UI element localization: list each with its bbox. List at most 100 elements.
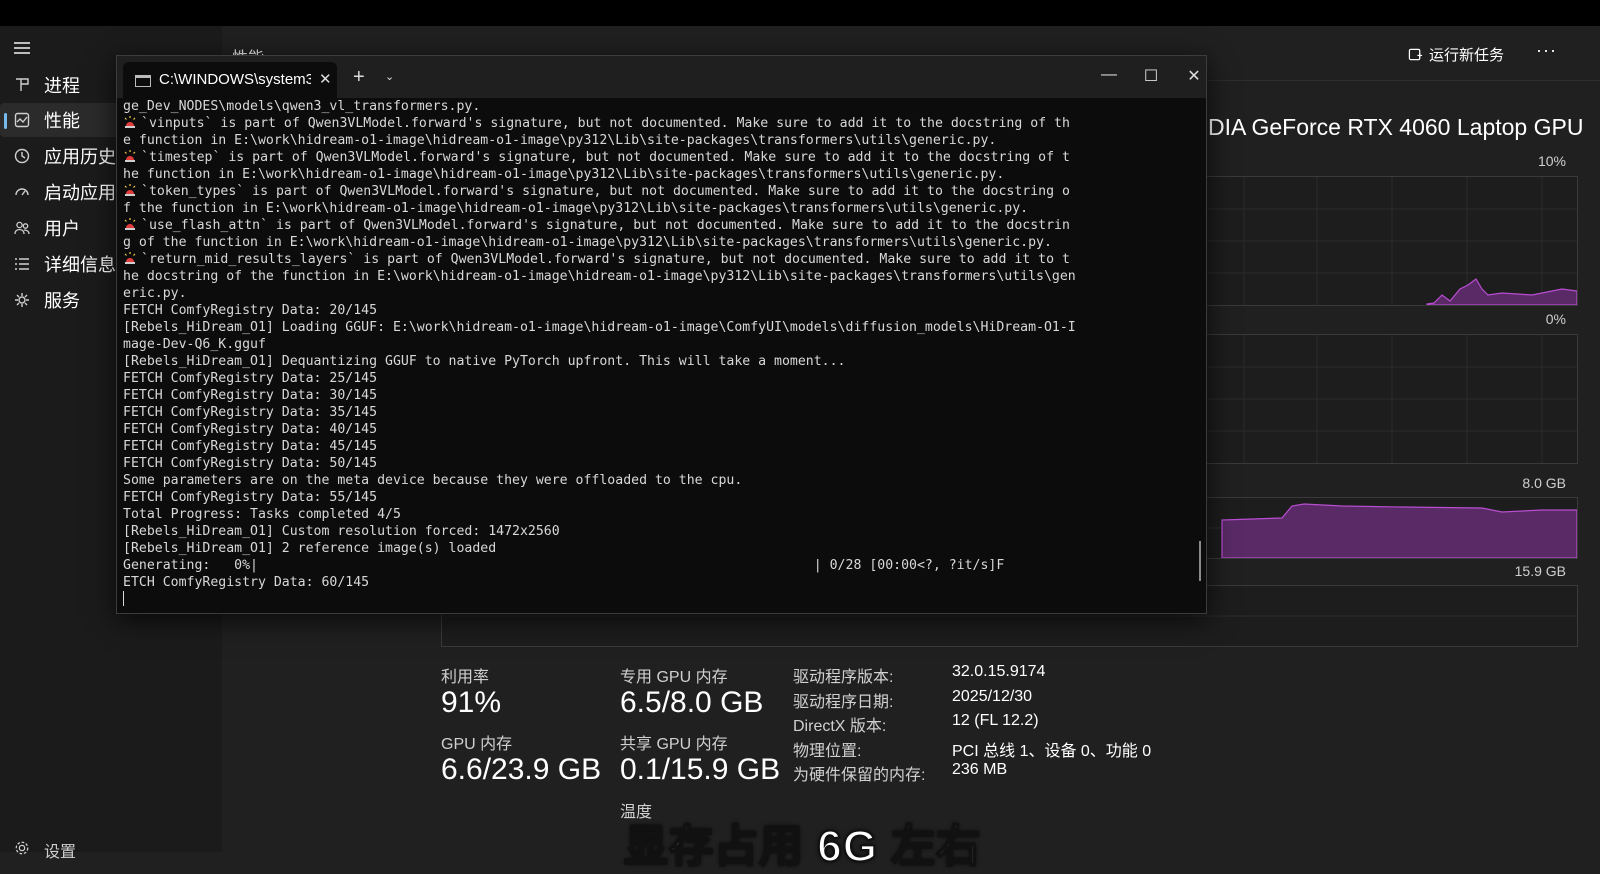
terminal-line: [Rebels_HiDream_O1] Custom resolution fo… bbox=[123, 523, 1183, 540]
run-new-task-button[interactable]: 运行新任务 bbox=[1408, 44, 1504, 65]
terminal-tab-title: C:\WINDOWS\system32 bbox=[159, 71, 311, 88]
details-icon bbox=[15, 258, 29, 270]
warning-siren-icon bbox=[124, 218, 136, 230]
terminal-line: FETCH ComfyRegistry Data: 50/145 bbox=[123, 455, 1183, 472]
gpu-memory-label: GPU 内存 bbox=[441, 736, 513, 753]
startup-icon bbox=[15, 188, 29, 196]
terminal-icon bbox=[135, 75, 151, 87]
terminal-titlebar[interactable]: C:\WINDOWS\system32 ✕ + ⌄ — ☐ ✕ bbox=[117, 56, 1206, 98]
dedicated-memory-graph-max: 8.0 GB bbox=[1522, 475, 1566, 491]
run-new-task-label: 运行新任务 bbox=[1429, 47, 1505, 64]
performance-icon bbox=[14, 112, 30, 128]
shared-memory-value: 0.1/15.9 GB bbox=[620, 753, 781, 786]
terminal-line: Generating: 0%| | 0/28 [00:00<?, ?it/s]F bbox=[123, 557, 1183, 574]
terminal-line-text: ge_Dev_NODES\models\qwen3_vl_transformer… bbox=[123, 99, 481, 114]
warning-siren-icon bbox=[124, 184, 136, 196]
terminal-line-text: `token_types` is part of Qwen3VLModel.fo… bbox=[141, 184, 1070, 199]
terminal-line-text: `vinputs` is part of Qwen3VLModel.forwar… bbox=[141, 116, 1070, 131]
terminal-line: `vinputs` is part of Qwen3VLModel.forwar… bbox=[123, 115, 1183, 132]
tab-dropdown-chevron-icon[interactable]: ⌄ bbox=[385, 70, 394, 83]
warning-siren-icon bbox=[124, 252, 136, 264]
minimize-button[interactable]: — bbox=[1099, 66, 1119, 84]
users-icon bbox=[14, 221, 30, 235]
terminal-line-text: FETCH ComfyRegistry Data: 55/145 bbox=[123, 490, 378, 505]
terminal-line-text: ETCH ComfyRegistry Data: 60/145 bbox=[123, 575, 370, 590]
terminal-line: `token_types` is part of Qwen3VLModel.fo… bbox=[123, 183, 1183, 200]
terminal-line: g of the function in E:\work\hidream-o1-… bbox=[123, 234, 1183, 251]
terminal-line-text: mage-Dev-Q6_K.gguf bbox=[123, 337, 266, 352]
terminal-line: FETCH ComfyRegistry Data: 25/145 bbox=[123, 370, 1183, 387]
terminal-line: `use_flash_attn` is part of Qwen3VLModel… bbox=[123, 217, 1183, 234]
terminal-line-text: FETCH ComfyRegistry Data: 35/145 bbox=[123, 405, 378, 420]
terminal-scrollbar[interactable] bbox=[1199, 541, 1201, 581]
terminal-line: FETCH ComfyRegistry Data: 20/145 bbox=[123, 302, 1183, 319]
terminal-line: FETCH ComfyRegistry Data: 45/145 bbox=[123, 438, 1183, 455]
terminal-line: FETCH ComfyRegistry Data: 40/145 bbox=[123, 421, 1183, 438]
text-cursor bbox=[123, 591, 124, 606]
driver-version-label: 驱动程序版本: bbox=[793, 669, 894, 686]
terminal-output[interactable]: ge_Dev_NODES\models\qwen3_vl_transformer… bbox=[123, 98, 1183, 608]
physical-location-value: PCI 总线 1、设备 0、功能 0 bbox=[952, 743, 1152, 760]
hamburger-menu-icon[interactable] bbox=[14, 42, 30, 54]
terminal-line: he function in E:\work\hidream-o1-image\… bbox=[123, 166, 1183, 183]
top-black-bar bbox=[0, 0, 1600, 26]
terminal-line-text: FETCH ComfyRegistry Data: 20/145 bbox=[123, 303, 378, 318]
terminal-line-text: `timestep` is part of Qwen3VLModel.forwa… bbox=[141, 150, 1070, 165]
warning-siren-icon bbox=[124, 150, 136, 162]
hardware-reserved-memory-label: 为硬件保留的内存: bbox=[793, 767, 926, 784]
terminal-line-text: Generating: 0%| | 0/28 [00:00<?, ?it/s]F bbox=[123, 558, 1005, 573]
terminal-prompt-line[interactable] bbox=[123, 591, 1183, 608]
utilization-label: 利用率 bbox=[441, 669, 490, 686]
directx-version-value: 12 (FL 12.2) bbox=[952, 712, 1039, 729]
video-caption: 显存占用 6G 左右 bbox=[623, 821, 982, 872]
terminal-window[interactable]: C:\WINDOWS\system32 ✕ + ⌄ — ☐ ✕ ge_Dev_N… bbox=[116, 55, 1207, 614]
warning-siren-icon bbox=[124, 116, 136, 128]
terminal-line-text: he function in E:\work\hidream-o1-image\… bbox=[123, 167, 1005, 182]
driver-date-value: 2025/12/30 bbox=[952, 688, 1033, 705]
terminal-line: Some parameters are on the meta device b… bbox=[123, 472, 1183, 489]
maximize-button[interactable]: ☐ bbox=[1141, 66, 1161, 86]
terminal-line-text: FETCH ComfyRegistry Data: 30/145 bbox=[123, 388, 378, 403]
terminal-line-text: [Rebels_HiDream_O1] Loading GGUF: E:\wor… bbox=[123, 320, 1076, 335]
terminal-line: mage-Dev-Q6_K.gguf bbox=[123, 336, 1183, 353]
gpu-memory-value: 6.6/23.9 GB bbox=[441, 753, 602, 786]
physical-location-label: 物理位置: bbox=[793, 743, 862, 760]
dedicated-memory-label: 专用 GPU 内存 bbox=[620, 669, 728, 686]
sidebar-item-label: 进程 bbox=[44, 76, 80, 96]
terminal-line-text: eric.py. bbox=[123, 286, 187, 301]
sidebar-item-label: 启动应用 bbox=[44, 183, 116, 203]
terminal-line-text: [Rebels_HiDream_O1] 2 reference image(s)… bbox=[123, 541, 497, 556]
terminal-line-text: e function in E:\work\hidream-o1-image\h… bbox=[123, 133, 997, 148]
terminal-tab[interactable]: C:\WINDOWS\system32 ✕ bbox=[123, 62, 337, 98]
more-options-button[interactable]: ··· bbox=[1536, 40, 1557, 61]
terminal-line: ge_Dev_NODES\models\qwen3_vl_transformer… bbox=[123, 98, 1183, 115]
utilization-value: 91% bbox=[441, 686, 502, 719]
directx-version-label: DirectX 版本: bbox=[793, 718, 887, 735]
terminal-line: ETCH ComfyRegistry Data: 60/145 bbox=[123, 574, 1183, 591]
sidebar-item-label: 应用历史 bbox=[44, 147, 116, 167]
terminal-line-text: FETCH ComfyRegistry Data: 25/145 bbox=[123, 371, 378, 386]
terminal-line-text: FETCH ComfyRegistry Data: 45/145 bbox=[123, 439, 378, 454]
sidebar-item-label: 服务 bbox=[44, 291, 80, 311]
run-task-icon bbox=[1408, 48, 1423, 61]
shared-memory-label: 共享 GPU 内存 bbox=[620, 736, 728, 753]
terminal-line: e function in E:\work\hidream-o1-image\h… bbox=[123, 132, 1183, 149]
window-close-button[interactable]: ✕ bbox=[1184, 66, 1204, 86]
gear-icon bbox=[15, 841, 29, 855]
sidebar-item-settings[interactable]: 设置 bbox=[0, 838, 222, 861]
sidebar-item-label: 性能 bbox=[44, 111, 80, 131]
terminal-line: he docstring of the function in E:\work\… bbox=[123, 268, 1183, 285]
history-icon bbox=[14, 148, 30, 164]
hardware-reserved-memory-value: 236 MB bbox=[952, 761, 1008, 778]
terminal-line-text: f the function in E:\work\hidream-o1-ima… bbox=[123, 201, 1029, 216]
new-tab-button[interactable]: + bbox=[353, 66, 365, 89]
terminal-line: `return_mid_results_layers` is part of Q… bbox=[123, 251, 1183, 268]
sidebar-item-label: 用户 bbox=[44, 219, 80, 239]
processes-icon bbox=[16, 78, 29, 91]
terminal-line-text: `return_mid_results_layers` is part of Q… bbox=[141, 252, 1070, 267]
terminal-line: f the function in E:\work\hidream-o1-ima… bbox=[123, 200, 1183, 217]
tab-close-icon[interactable]: ✕ bbox=[319, 70, 332, 88]
terminal-line: FETCH ComfyRegistry Data: 30/145 bbox=[123, 387, 1183, 404]
terminal-line-text: FETCH ComfyRegistry Data: 50/145 bbox=[123, 456, 378, 471]
terminal-line-text: g of the function in E:\work\hidream-o1-… bbox=[123, 235, 1052, 250]
